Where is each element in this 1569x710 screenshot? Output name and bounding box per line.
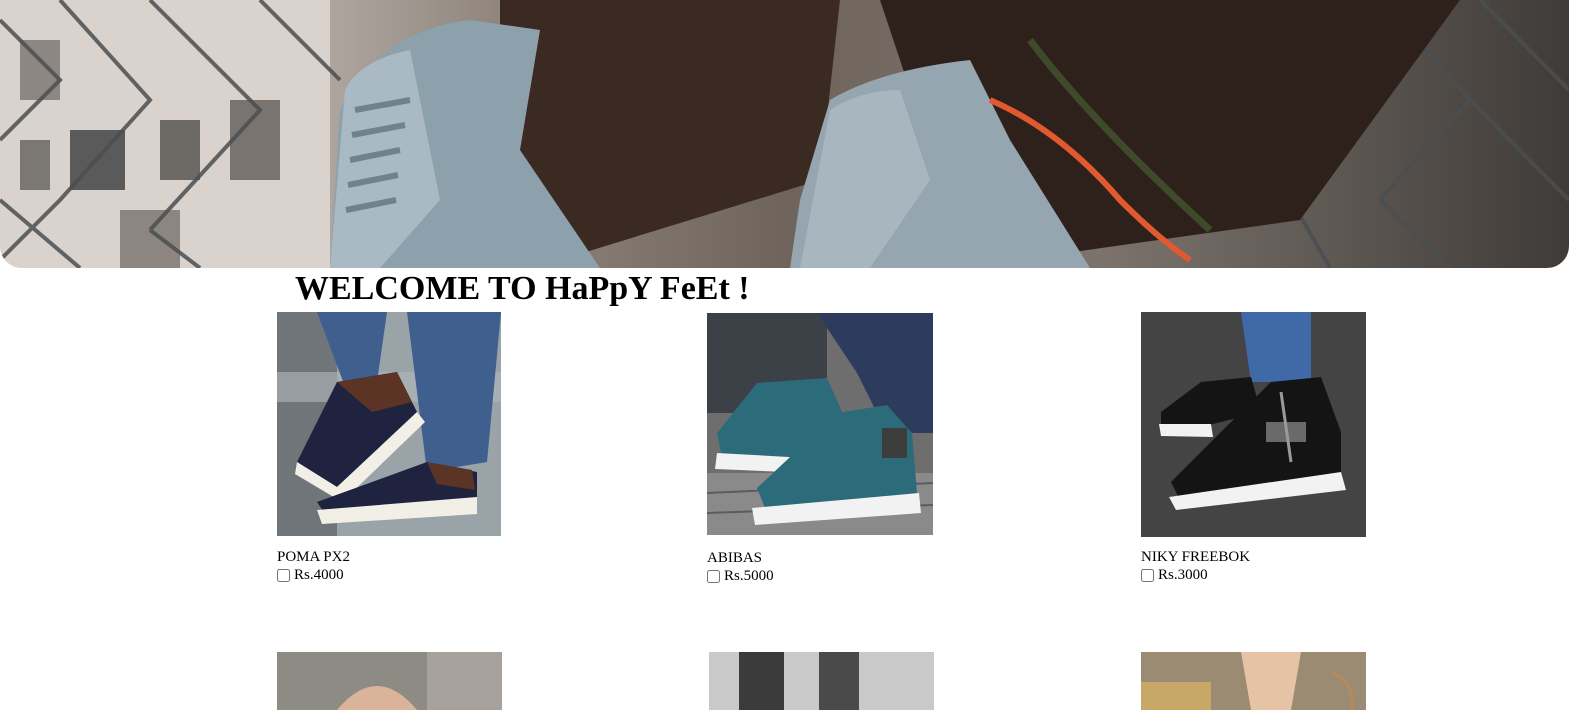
product-name: NIKY FREEBOK bbox=[1141, 549, 1251, 565]
select-product-checkbox[interactable] bbox=[1141, 568, 1154, 582]
product-image[interactable] bbox=[277, 312, 501, 536]
product-price: Rs.3000 bbox=[1158, 567, 1208, 583]
product-card: ABIBAS Rs.5000 bbox=[707, 313, 937, 585]
select-product-checkbox[interactable] bbox=[277, 568, 290, 582]
hero-banner-image bbox=[0, 0, 1569, 268]
product-name: POMA PX2 bbox=[277, 549, 350, 565]
product-image[interactable] bbox=[1141, 652, 1366, 710]
product-image[interactable] bbox=[707, 313, 933, 535]
product-price: Rs.5000 bbox=[724, 568, 774, 584]
product-price-row: Rs.5000 bbox=[707, 567, 937, 585]
product-price: Rs.4000 bbox=[294, 567, 344, 583]
product-card: POMA PX2 Rs.4000 bbox=[277, 312, 507, 584]
product-image[interactable] bbox=[277, 652, 502, 710]
product-image[interactable] bbox=[709, 652, 934, 710]
select-product-checkbox[interactable] bbox=[707, 569, 720, 583]
hero-banner bbox=[0, 0, 1569, 268]
product-price-row: Rs.3000 bbox=[1141, 566, 1371, 584]
product-card: NIKY FREEBOK Rs.3000 bbox=[1141, 312, 1371, 584]
product-name: ABIBAS bbox=[707, 550, 763, 566]
product-price-row: Rs.4000 bbox=[277, 566, 507, 584]
product-image[interactable] bbox=[1141, 312, 1366, 537]
page-title: WELCOME TO HaPpY FeEt ! bbox=[295, 270, 750, 307]
